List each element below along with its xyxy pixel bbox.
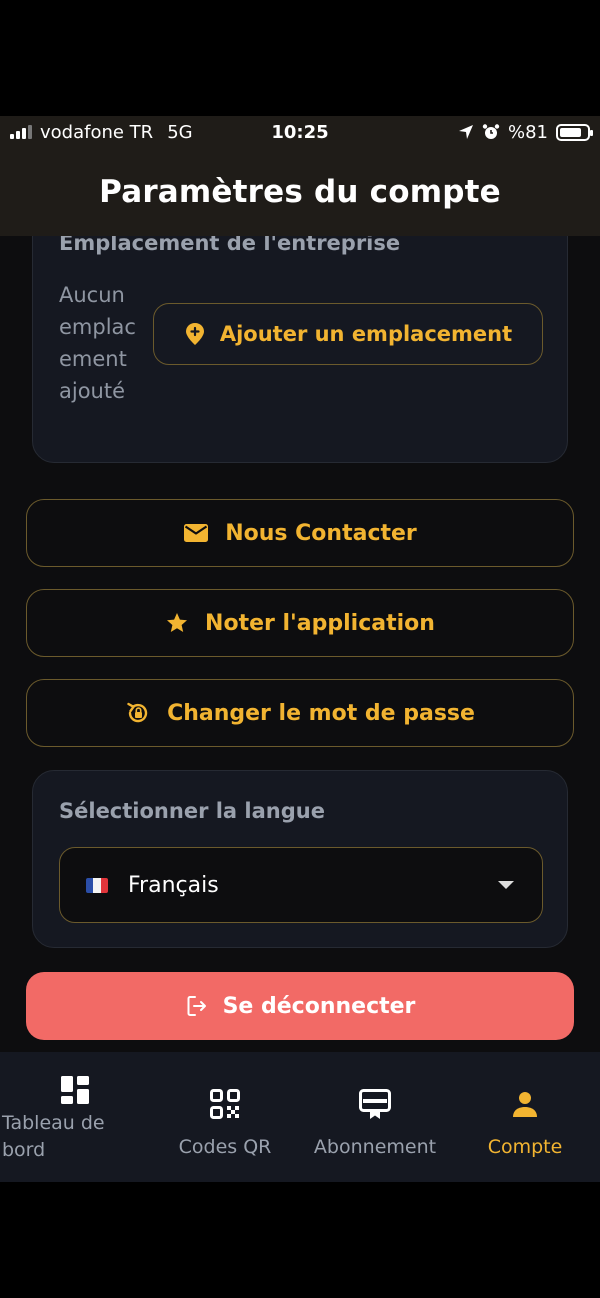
tab-qr-codes[interactable]: Codes QR [150, 1052, 300, 1182]
tab-qr-codes-label: Codes QR [178, 1136, 272, 1158]
qr-code-icon [210, 1086, 240, 1122]
status-bar: vodafone TR 5G 10:25 %81 [0, 116, 600, 148]
tab-dashboard-label: Tableau de bord [2, 1112, 105, 1161]
status-right: %81 [458, 121, 593, 143]
logout-label: Se déconnecter [222, 993, 416, 1019]
rate-app-button[interactable]: Noter l'application [26, 589, 574, 657]
person-icon [511, 1086, 539, 1122]
dropdown-caret-icon [498, 881, 514, 889]
status-left: vodafone TR 5G [10, 122, 193, 143]
selected-language: Français [128, 872, 219, 898]
tab-account-label: Compte [487, 1136, 563, 1158]
add-location-button[interactable]: Ajouter un emplacement [153, 303, 543, 365]
add-location-label: Ajouter un emplacement [219, 322, 513, 346]
france-flag-icon [86, 877, 108, 893]
no-location-text: Aucun emplacement ajouté [59, 283, 136, 403]
app-header: Paramètres du compte [0, 148, 600, 236]
language-select[interactable]: Français [59, 847, 543, 923]
business-location-card: Emplacement de l'entreprise Aucun emplac… [32, 236, 568, 463]
battery-icon [556, 123, 593, 141]
location-pin-add-icon [185, 323, 204, 345]
settings-scroll-area[interactable]: Emplacement de l'entreprise Aucun emplac… [0, 236, 600, 1052]
bottom-tab-bar: Tableau de bord Codes QR Abonnement Comp… [0, 1052, 600, 1182]
logout-icon [187, 996, 206, 1016]
tab-account[interactable]: Compte [450, 1052, 600, 1182]
alarm-icon [482, 124, 500, 139]
language-card: Sélectionner la langue Français [32, 770, 568, 948]
location-title: Emplacement de l'entreprise [59, 236, 401, 255]
change-password-label: Changer le mot de passe [167, 700, 475, 726]
logout-button[interactable]: Se déconnecter [26, 972, 574, 1040]
language-title: Sélectionner la langue [59, 799, 325, 823]
location-arrow-icon [458, 125, 473, 139]
dashboard-icon [60, 1072, 90, 1108]
star-icon [167, 613, 188, 632]
signal-icon [10, 125, 32, 139]
subscription-icon [359, 1086, 391, 1122]
battery-percent: %81 [507, 121, 548, 143]
tab-dashboard[interactable]: Tableau de bord [0, 1052, 150, 1182]
mail-icon [184, 524, 209, 542]
contact-us-label: Nous Contacter [225, 520, 417, 546]
carrier-label: vodafone TR [40, 121, 154, 143]
rate-app-label: Noter l'application [205, 610, 435, 636]
change-password-button[interactable]: Changer le mot de passe [26, 679, 574, 747]
lock-reset-icon [127, 702, 148, 723]
contact-us-button[interactable]: Nous Contacter [26, 499, 574, 567]
tab-subscription-label: Abonnement [313, 1136, 437, 1158]
network-label: 5G [167, 121, 193, 143]
tab-subscription[interactable]: Abonnement [300, 1052, 450, 1182]
page-title: Paramètres du compte [99, 174, 501, 210]
